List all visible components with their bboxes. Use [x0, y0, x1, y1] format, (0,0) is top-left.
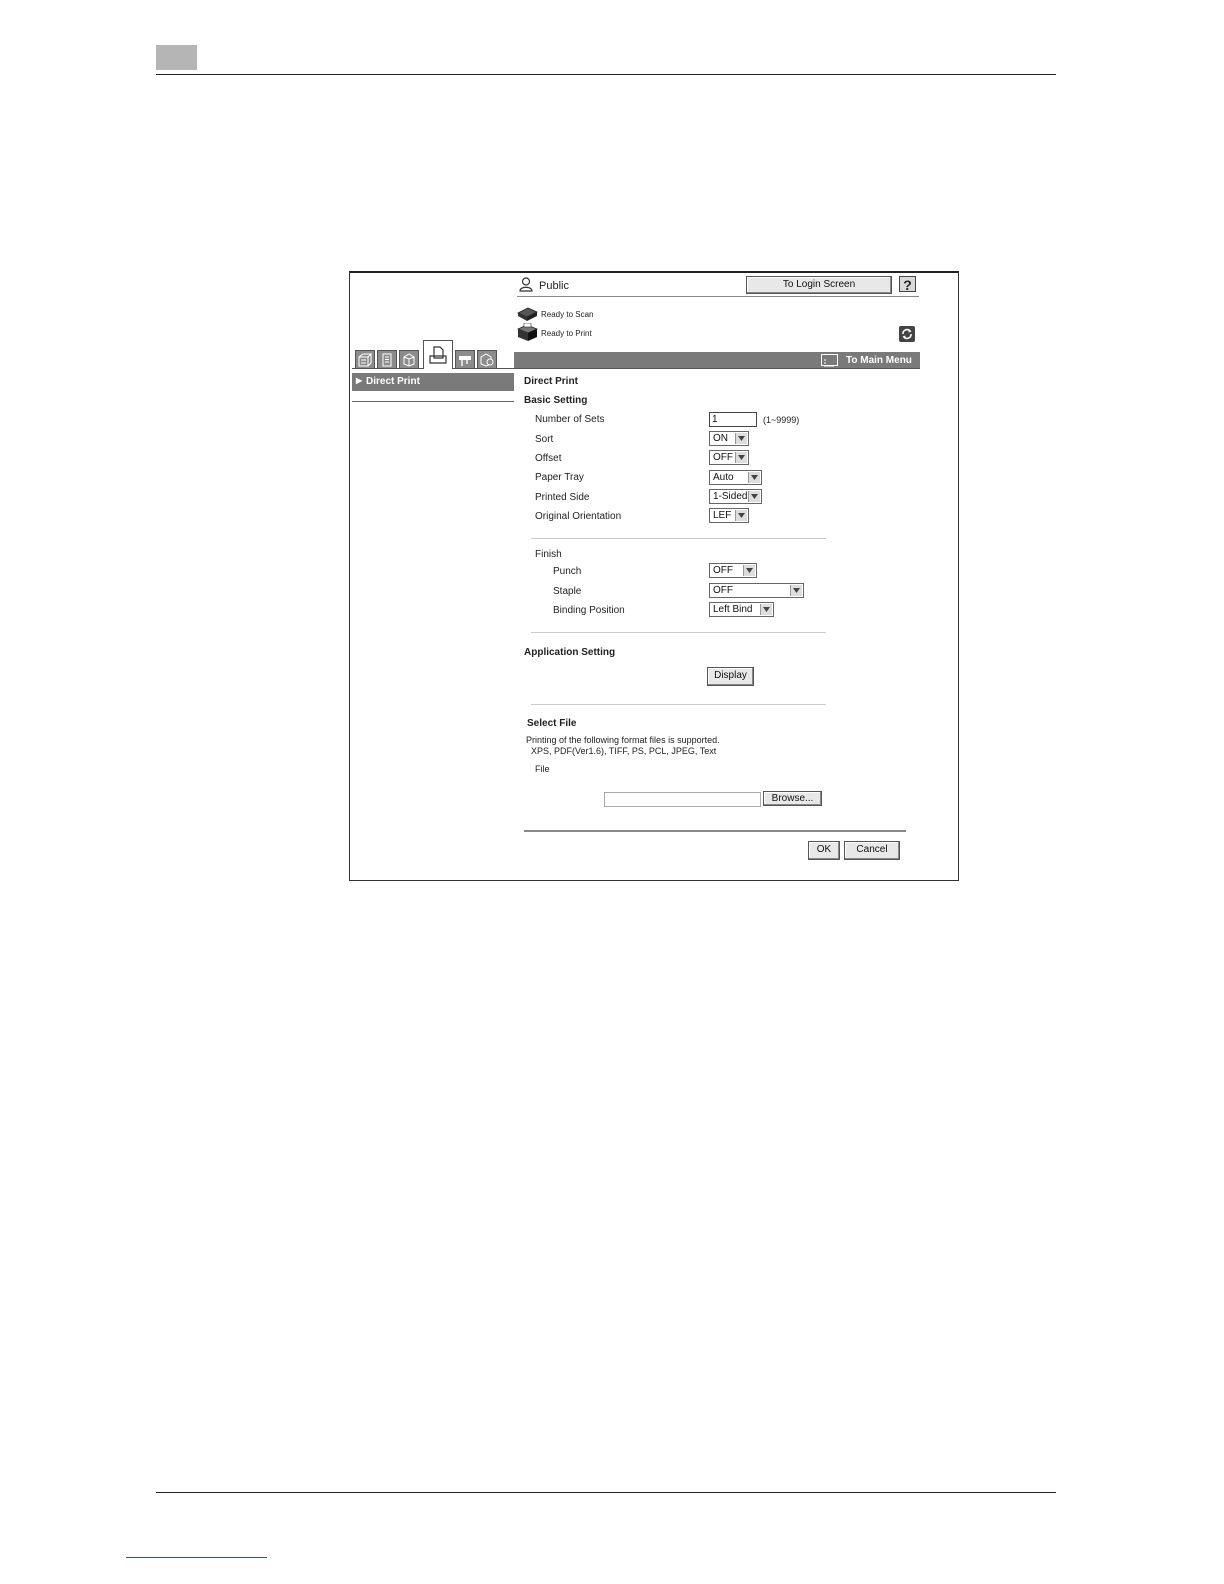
- section-divider: [531, 704, 826, 705]
- paper-tray-value: Auto: [713, 472, 734, 483]
- help-button[interactable]: ?: [899, 276, 916, 293]
- user-icon: [519, 277, 533, 292]
- printed-side-value: 1-Sided: [713, 491, 748, 502]
- number-of-sets-label: Number of Sets: [535, 414, 605, 425]
- header-divider: [517, 296, 919, 297]
- select-file-heading: Select File: [527, 718, 577, 729]
- tab-favorites[interactable]: [455, 350, 475, 369]
- offset-select[interactable]: OFF: [709, 450, 749, 465]
- original-orientation-value: LEF: [713, 510, 732, 521]
- page-footer-rule: [156, 1492, 1056, 1493]
- binding-position-value: Left Bind: [713, 604, 753, 615]
- ok-button[interactable]: OK: [808, 841, 840, 860]
- paper-tray-label: Paper Tray: [535, 472, 584, 483]
- file-label: File: [535, 764, 550, 774]
- login-screen-button[interactable]: To Login Screen: [746, 276, 892, 294]
- tab-box[interactable]: [399, 350, 419, 369]
- number-of-sets-input[interactable]: 1: [709, 412, 757, 427]
- paper-tray-select[interactable]: Auto: [709, 470, 762, 485]
- staple-value: OFF: [713, 585, 733, 596]
- print-status: Ready to Print: [541, 329, 592, 338]
- chevron-down-icon: [748, 472, 760, 483]
- scan-status: Ready to Scan: [541, 310, 594, 319]
- chevron-down-icon: [735, 452, 747, 463]
- refresh-icon[interactable]: [899, 326, 915, 342]
- chevron-down-icon: [735, 433, 747, 444]
- scanner-icon: [516, 307, 538, 321]
- finish-heading: Finish: [535, 549, 562, 560]
- offset-label: Offset: [535, 453, 562, 464]
- printed-side-select[interactable]: 1-Sided: [709, 489, 762, 504]
- punch-label: Punch: [553, 566, 582, 577]
- page-header-rule: [156, 74, 1056, 75]
- offset-value: OFF: [713, 452, 733, 463]
- basic-setting-heading: Basic Setting: [524, 395, 588, 406]
- section-divider: [531, 538, 826, 539]
- chevron-down-icon: [790, 585, 802, 596]
- supported-formats-list: XPS, PDF(Ver1.6), TIFF, PS, PCL, JPEG, T…: [531, 746, 717, 756]
- cancel-button[interactable]: Cancel: [844, 841, 900, 860]
- direct-print-screen: Public To Login Screen ? Ready to Scan R…: [349, 271, 959, 881]
- sidebar-divider: [352, 401, 514, 402]
- printer-icon: [516, 323, 538, 341]
- sidebar-item-direct-print[interactable]: ▶ Direct Print: [352, 373, 514, 391]
- binding-position-select[interactable]: Left Bind: [709, 602, 774, 617]
- sidebar-item-label: Direct Print: [366, 376, 420, 387]
- original-orientation-select[interactable]: LEF: [709, 508, 749, 523]
- main-menu-icon[interactable]: [821, 354, 838, 367]
- sort-value: ON: [713, 433, 728, 444]
- page-title: Direct Print: [524, 376, 578, 387]
- tab-scan[interactable]: [355, 350, 375, 369]
- tab-administrator[interactable]: [477, 350, 497, 369]
- to-main-menu-link[interactable]: To Main Menu: [846, 355, 912, 366]
- number-of-sets-range: (1~9999): [763, 415, 800, 425]
- original-orientation-label: Original Orientation: [535, 511, 622, 522]
- chevron-down-icon: [760, 604, 772, 615]
- footer-divider: [524, 830, 906, 832]
- chevron-down-icon: [735, 510, 747, 521]
- supported-formats-note: Printing of the following format files i…: [526, 735, 720, 745]
- user-name-label: Public: [539, 280, 569, 292]
- footer-link-underline: [126, 1557, 267, 1558]
- page-section-tab: [156, 45, 197, 70]
- section-divider: [531, 632, 826, 633]
- application-setting-heading: Application Setting: [524, 647, 616, 658]
- punch-select[interactable]: OFF: [709, 563, 757, 578]
- tab-document[interactable]: [377, 350, 397, 369]
- chevron-down-icon: [743, 565, 755, 576]
- file-path-input[interactable]: [604, 792, 761, 807]
- chevron-down-icon: [748, 491, 760, 502]
- display-button[interactable]: Display: [707, 667, 754, 686]
- printed-side-label: Printed Side: [535, 492, 590, 503]
- staple-select[interactable]: OFF: [709, 583, 804, 598]
- punch-value: OFF: [713, 565, 733, 576]
- binding-position-label: Binding Position: [553, 605, 625, 616]
- tab-direct-print[interactable]: [423, 340, 453, 369]
- staple-label: Staple: [553, 586, 582, 597]
- sort-label: Sort: [535, 434, 554, 445]
- sort-select[interactable]: ON: [709, 431, 749, 446]
- browse-button[interactable]: Browse...: [763, 791, 822, 806]
- triangle-right-icon: ▶: [356, 376, 363, 385]
